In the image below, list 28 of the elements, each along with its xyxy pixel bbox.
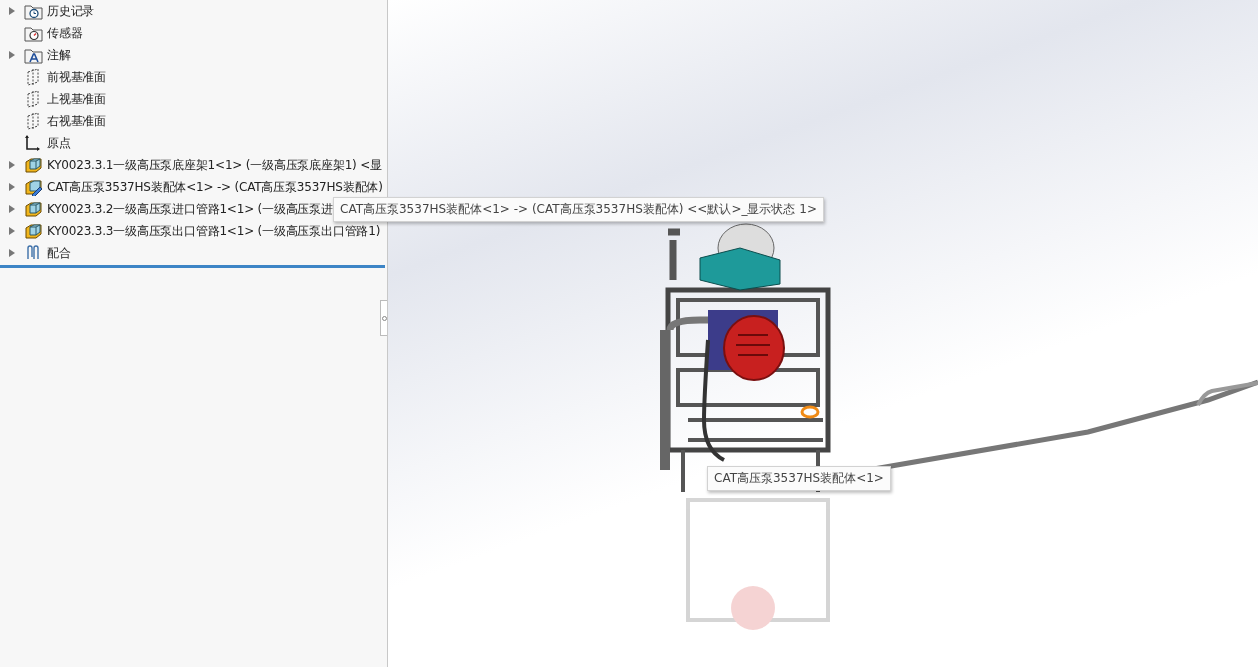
tree-item[interactable]: 上视基准面 — [47, 90, 106, 108]
tree-item[interactable]: 注解 — [47, 46, 71, 64]
gauge-folder-icon — [24, 24, 43, 42]
tree-item[interactable]: CAT高压泵3537HS装配体<1> -> (CAT高压泵3537HS装配体) — [47, 178, 383, 196]
tree-item[interactable]: KY0023.3.1一级高压泵底座架1<1> (一级高压泵底座架1) <显 — [47, 156, 382, 174]
tree-item[interactable]: 前视基准面 — [47, 68, 106, 86]
assembly-edit-icon — [24, 178, 43, 196]
tree-item[interactable]: 原点 — [47, 134, 71, 152]
expand-arrow-icon[interactable] — [9, 205, 15, 213]
tree-item[interactable]: KY0023.3.3一级高压泵出口管路1<1> (一级高压泵出口管路1) — [47, 222, 381, 240]
part-cube-icon — [24, 222, 43, 240]
expand-arrow-icon[interactable] — [9, 183, 15, 191]
tree-item[interactable]: KY0023.3.2一级高压泵进口管路1<1> (一级高压泵进 — [47, 200, 333, 218]
part-cube-icon — [24, 156, 43, 174]
annotation-folder-icon — [24, 46, 43, 64]
tree-item[interactable]: 右视基准面 — [47, 112, 106, 130]
part-cube-icon — [24, 200, 43, 218]
tree-item[interactable]: 传感器 — [47, 24, 83, 42]
tree-item[interactable]: 历史记录 — [47, 2, 95, 20]
expand-arrow-icon[interactable] — [9, 249, 15, 257]
tree-tooltip: CAT高压泵3537HS装配体<1> -> (CAT高压泵3537HS装配体) <<默认>_显示状态 1> — [333, 197, 824, 222]
splitter-handle[interactable] — [380, 300, 387, 336]
expand-arrow-icon[interactable] — [9, 51, 15, 59]
tree-item[interactable]: 配合 — [47, 244, 71, 262]
expand-arrow-icon[interactable] — [9, 227, 15, 235]
expand-arrow-icon[interactable] — [9, 161, 15, 169]
expand-arrow-icon[interactable] — [9, 7, 15, 15]
viewport-tooltip: CAT高压泵3537HS装配体<1> — [707, 466, 891, 491]
